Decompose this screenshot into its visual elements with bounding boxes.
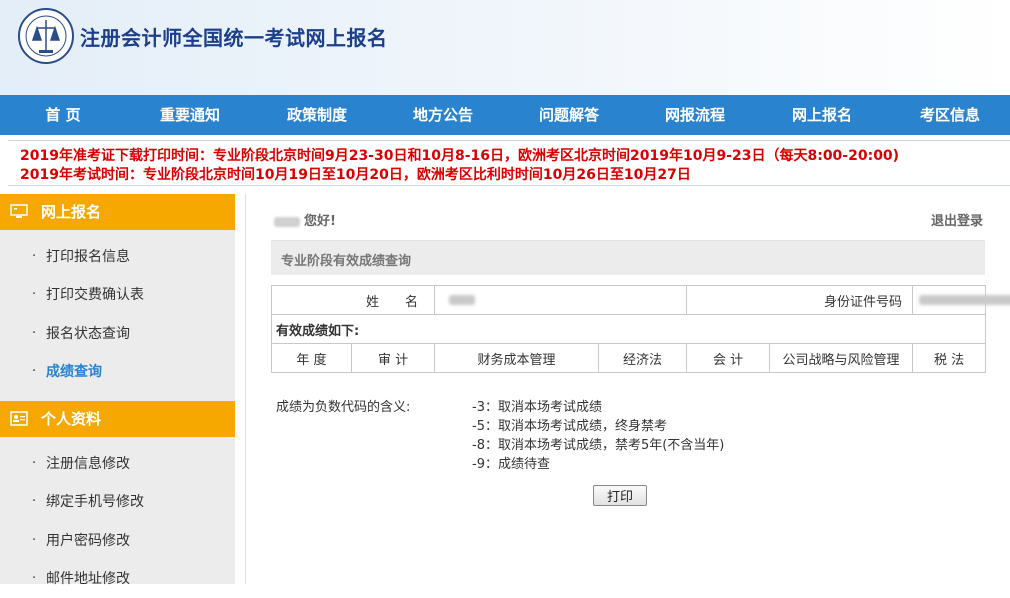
nav-exam-area-info[interactable]: 考区信息 xyxy=(890,95,1010,135)
sidebar-item-label: 注册信息修改 xyxy=(46,456,130,472)
bullet-icon: · xyxy=(32,364,37,379)
id-card-icon xyxy=(10,411,28,426)
code-line: -8：取消本场考试成绩，禁考5年(不含当年) xyxy=(472,438,725,453)
bullet-icon: · xyxy=(32,533,37,548)
nav-important-notice[interactable]: 重要通知 xyxy=(130,95,250,135)
bullet-icon: · xyxy=(32,571,37,586)
sidebar-item-label: 用户密码修改 xyxy=(46,533,130,549)
sidebar-item-label: 打印交费确认表 xyxy=(46,287,144,303)
score-table: 姓 名 身份证件号码 有效成绩如下: 年 度 审 计 财务成本管理 经济法 会 … xyxy=(270,285,1010,373)
sidebar-item-edit-email[interactable]: · 邮件地址修改 xyxy=(0,560,235,598)
sidebar-header-label: 网上报名 xyxy=(41,203,102,221)
sidebar-item-label: 打印报名信息 xyxy=(46,249,130,265)
nav-registration-process[interactable]: 网报流程 xyxy=(635,95,755,135)
table-row-heading: 有效成绩如下: xyxy=(270,314,987,344)
sidebar-item-edit-phone[interactable]: · 绑定手机号修改 xyxy=(0,483,235,521)
bullet-icon: · xyxy=(32,456,37,471)
subject-header: 经济法 xyxy=(598,343,688,373)
site-title: 注册会计师全国统一考试网上报名 xyxy=(80,26,388,50)
redacted-name xyxy=(449,295,476,305)
sidebar: 网上报名 · 打印报名信息 · 打印交费确认表 · 报名状态查询 · 成绩查询 … xyxy=(0,194,235,587)
section-title: 专业阶段有效成绩查询 xyxy=(281,254,412,269)
subject-header: 公司战略与风险管理 xyxy=(769,343,914,373)
logout-link[interactable]: 退出登录 xyxy=(931,210,983,229)
sidebar-item-score-query[interactable]: · 成绩查询 xyxy=(0,353,235,391)
nav-local-announcements[interactable]: 地方公告 xyxy=(383,95,503,135)
redacted-id-number xyxy=(919,295,1010,305)
notice-line-exam-time: 2019年考试时间：专业阶段北京时间10月19日至10月20日，欧洲考区比利时时… xyxy=(20,167,691,183)
monitor-icon xyxy=(10,204,28,218)
bullet-icon: · xyxy=(32,249,37,264)
site-header: 注册会计师全国统一考试网上报名 xyxy=(0,0,1010,95)
sidebar-item-label: 邮件地址修改 xyxy=(46,571,130,587)
print-button[interactable]: 打印 xyxy=(593,485,647,506)
notice-line-admission: 2019年准考证下载打印时间：专业阶段北京时间9月23-30日和10月8-16日… xyxy=(20,148,900,164)
bullet-icon: · xyxy=(32,326,37,341)
nav-online-registration[interactable]: 网上报名 xyxy=(762,95,882,135)
main-content: 您好! 退出登录 专业阶段有效成绩查询 姓 名 身份证件号码 有效成绩如下: 年… xyxy=(245,194,1010,584)
bullet-icon: · xyxy=(32,287,37,302)
redacted-username xyxy=(274,216,300,227)
sidebar-item-label: 绑定手机号修改 xyxy=(46,494,144,510)
subject-header: 审 计 xyxy=(350,343,436,373)
user-greeting: 您好! xyxy=(274,210,336,229)
subject-header: 税 法 xyxy=(912,343,987,373)
section-header: 专业阶段有效成绩查询 xyxy=(271,240,985,275)
main-nav: 首 页 重要通知 政策制度 地方公告 问题解答 网报流程 网上报名 考区信息 xyxy=(0,95,1010,135)
sidebar-item-print-registration[interactable]: · 打印报名信息 xyxy=(0,238,235,276)
bullet-icon: · xyxy=(32,494,37,509)
greeting-text: 您好! xyxy=(304,214,336,229)
sidebar-item-registration-status[interactable]: · 报名状态查询 xyxy=(0,315,235,353)
table-row-subjects: 年 度 审 计 财务成本管理 经济法 会 计 公司战略与风险管理 税 法 xyxy=(271,343,987,373)
subject-header: 年 度 xyxy=(271,343,352,373)
name-label: 姓 名 xyxy=(270,285,436,315)
sidebar-header-personal-info: 个人资料 xyxy=(0,401,235,437)
subject-header: 财务成本管理 xyxy=(434,343,600,373)
code-line: -9：成绩待查 xyxy=(472,457,550,472)
nav-home[interactable]: 首 页 xyxy=(3,95,123,135)
cicpa-logo-icon xyxy=(18,8,74,64)
subject-header: 会 计 xyxy=(686,343,771,373)
nav-policy[interactable]: 政策制度 xyxy=(257,95,377,135)
nav-faq[interactable]: 问题解答 xyxy=(509,95,629,135)
sidebar-item-edit-password[interactable]: · 用户密码修改 xyxy=(0,522,235,560)
valid-scores-label: 有效成绩如下: xyxy=(270,314,987,344)
code-line: -3：取消本场考试成绩 xyxy=(472,400,602,415)
sidebar-item-label: 报名状态查询 xyxy=(46,326,130,342)
code-line: -5：取消本场考试成绩，终身禁考 xyxy=(472,419,667,434)
notice-banner: 2019年准考证下载打印时间：专业阶段北京时间9月23-30日和10月8-16日… xyxy=(8,140,1010,186)
sidebar-item-label: 成绩查询 xyxy=(46,364,102,380)
sidebar-header-label: 个人资料 xyxy=(41,410,102,428)
negative-code-label: 成绩为负数代码的含义: xyxy=(276,400,411,415)
id-label: 身份证件号码 xyxy=(686,285,914,315)
sidebar-item-print-payment[interactable]: · 打印交费确认表 xyxy=(0,276,235,314)
sidebar-header-online-registration: 网上报名 xyxy=(0,194,235,230)
name-value xyxy=(434,285,688,315)
id-value xyxy=(912,285,1010,315)
sidebar-item-edit-registration[interactable]: · 注册信息修改 xyxy=(0,445,235,483)
table-row-identity: 姓 名 身份证件号码 xyxy=(270,285,1010,315)
